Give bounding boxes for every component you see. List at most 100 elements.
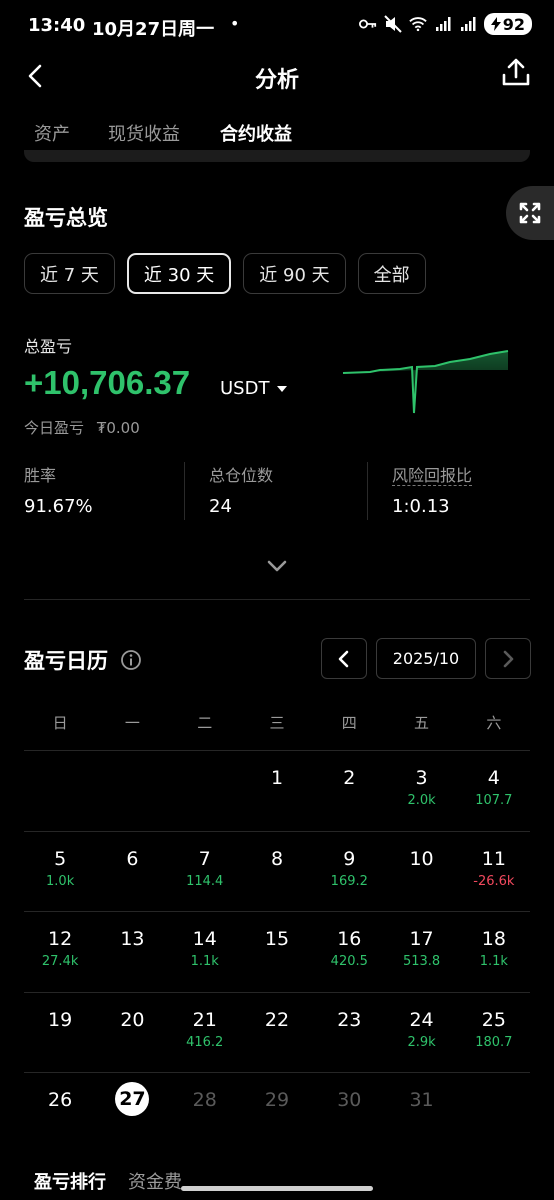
calendar-day-cell[interactable]: 18 1.1k xyxy=(458,912,530,992)
stat-risk-reward[interactable]: 风险回报比 1:0.13 xyxy=(392,462,473,517)
calendar-day-number: 14 xyxy=(192,928,217,950)
currency-selector[interactable]: USDT xyxy=(220,378,288,399)
calendar-day-number: 26 xyxy=(48,1089,73,1111)
floating-button[interactable] xyxy=(506,186,554,240)
share-button[interactable] xyxy=(500,56,532,88)
info-icon[interactable] xyxy=(120,649,142,671)
calendar-day-cell[interactable]: 11 -26.6k xyxy=(458,832,530,912)
calendar-day-cell[interactable]: 21 416.2 xyxy=(169,993,241,1073)
calendar-day-cell[interactable]: 8 xyxy=(241,832,313,912)
chevron-down-icon xyxy=(267,560,287,572)
tab-funding-fee[interactable]: 资金费 xyxy=(128,1168,182,1194)
calendar-day-cell[interactable]: 27 xyxy=(96,1073,168,1153)
key-icon xyxy=(358,15,377,33)
calendar-day-cell[interactable]: 17 513.8 xyxy=(385,912,457,992)
tab-pnl-ranking[interactable]: 盈亏排行 xyxy=(34,1168,106,1194)
status-dot: • xyxy=(230,14,240,33)
calendar-day-number: 8 xyxy=(270,847,284,870)
range-30d-button[interactable]: 近 30 天 xyxy=(126,253,232,294)
calendar-day-number: 28 xyxy=(192,1089,217,1111)
calendar-day-cell[interactable]: 6 xyxy=(96,832,168,912)
calendar-title: 盈亏日历 xyxy=(24,649,108,673)
calendar-day-number: 24 xyxy=(409,1008,434,1031)
prev-month-button[interactable] xyxy=(321,638,367,679)
calendar-day-pnl: 2.9k xyxy=(407,1034,436,1050)
calendar-day-cell[interactable]: 4 107.7 xyxy=(458,751,530,831)
today-pnl-label: 今日盈亏 xyxy=(24,419,85,437)
calendar-day-cell[interactable]: 5 1.0k xyxy=(24,832,96,912)
stats-row: 胜率 91.67% 总仓位数 24 风险回报比 1:0.13 xyxy=(24,462,530,520)
calendar-day-cell[interactable]: 24 2.9k xyxy=(385,993,457,1073)
weekday-header: 日一二三四五六 xyxy=(24,712,530,740)
header: 分析 xyxy=(0,50,554,105)
wifi-icon xyxy=(409,15,427,33)
calendar-day-pnl: 513.8 xyxy=(402,954,441,969)
mute-icon xyxy=(384,15,402,33)
bolt-icon xyxy=(490,17,501,31)
calendar-day-cell xyxy=(96,751,168,831)
calendar-day-cell[interactable]: 2 xyxy=(313,751,385,831)
status-time: 13:40 xyxy=(28,15,86,36)
calendar-day-cell[interactable]: 1 xyxy=(241,751,313,831)
calendar-day-cell xyxy=(458,1073,530,1153)
tab-spot-earnings[interactable]: 现货收益 xyxy=(108,120,180,146)
calendar-day-number: 6 xyxy=(126,847,139,870)
calendar-day-cell[interactable]: 12 27.4k xyxy=(24,912,96,992)
range-selector: 近 7 天 近 30 天 近 90 天 全部 xyxy=(24,253,426,294)
calendar-day-cell[interactable]: 7 114.4 xyxy=(169,832,241,912)
calendar-day-cell[interactable]: 15 xyxy=(241,912,313,992)
weekday-label: 二 xyxy=(197,714,213,732)
calendar-day-number: 7 xyxy=(198,847,211,870)
tab-assets[interactable]: 资产 xyxy=(34,120,70,146)
calendar-day-cell[interactable]: 19 xyxy=(24,993,96,1073)
bottom-tabs: 盈亏排行 资金费 xyxy=(34,1168,182,1194)
weekday-label: 日 xyxy=(52,714,68,732)
calendar-day-cell[interactable]: 10 xyxy=(385,832,457,912)
calendar-day-pnl: 169.2 xyxy=(330,873,368,889)
range-90d-button[interactable]: 近 90 天 xyxy=(243,253,346,294)
calendar-day-cell[interactable]: 30 xyxy=(313,1073,385,1153)
calendar-day-number: 25 xyxy=(481,1008,506,1031)
currency-label: USDT xyxy=(220,378,270,399)
next-month-button[interactable] xyxy=(485,638,531,679)
calendar-day-cell[interactable]: 9 169.2 xyxy=(313,832,385,912)
calendar-day-cell[interactable]: 31 xyxy=(385,1073,457,1153)
calendar-week-row: 19 20 21 416.2 22 23 24 2.9k 25 180.7 xyxy=(24,991,530,1073)
calendar-day-cell[interactable]: 23 xyxy=(313,993,385,1073)
calendar-day-number: 20 xyxy=(120,1008,145,1031)
calendar-day-cell[interactable]: 22 xyxy=(241,993,313,1073)
sparkline-area xyxy=(343,351,508,413)
weekday-label: 六 xyxy=(486,714,502,732)
calendar-day-number: 12 xyxy=(48,928,73,950)
month-selector[interactable]: 2025/10 xyxy=(376,638,476,679)
calendar-day-cell[interactable]: 3 2.0k xyxy=(385,751,457,831)
calendar-day-cell[interactable]: 26 xyxy=(24,1073,96,1153)
total-pnl-label: 总盈亏 xyxy=(24,337,73,356)
stat-risk-reward-value: 1:0.13 xyxy=(392,496,450,517)
calendar-day-pnl: 1.1k xyxy=(190,954,219,969)
range-all-button[interactable]: 全部 xyxy=(357,253,426,294)
calendar-day-cell[interactable]: 14 1.1k xyxy=(169,912,241,992)
calendar-day-pnl: 180.7 xyxy=(475,1034,513,1050)
calendar-day-cell[interactable]: 16 420.5 xyxy=(313,912,385,992)
section-divider xyxy=(24,599,530,600)
chevron-left-icon xyxy=(338,650,349,667)
calendar-day-cell xyxy=(24,751,96,831)
calendar-day-number: 22 xyxy=(264,1008,290,1031)
calendar-day-cell[interactable]: 28 xyxy=(169,1073,241,1153)
pnl-sparkline xyxy=(342,350,509,414)
calendar-day-number: 4 xyxy=(487,767,500,789)
stat-positions: 总仓位数 24 xyxy=(209,462,273,517)
expand-stats-button[interactable] xyxy=(262,553,292,579)
calendar-day-number: 17 xyxy=(409,928,434,950)
chevron-right-icon xyxy=(503,650,514,667)
calendar-day-cell[interactable]: 29 xyxy=(241,1073,313,1153)
calendar-day-cell[interactable]: 25 180.7 xyxy=(458,993,530,1073)
stat-win-rate: 胜率 91.67% xyxy=(24,462,93,517)
range-7d-button[interactable]: 近 7 天 xyxy=(24,253,115,294)
caret-down-icon xyxy=(277,385,288,392)
calendar-day-number: 1 xyxy=(270,767,284,789)
calendar-day-cell[interactable]: 13 xyxy=(96,912,168,992)
calendar-day-cell[interactable]: 20 xyxy=(96,993,168,1073)
tab-contract-earnings[interactable]: 合约收益 xyxy=(220,120,292,146)
